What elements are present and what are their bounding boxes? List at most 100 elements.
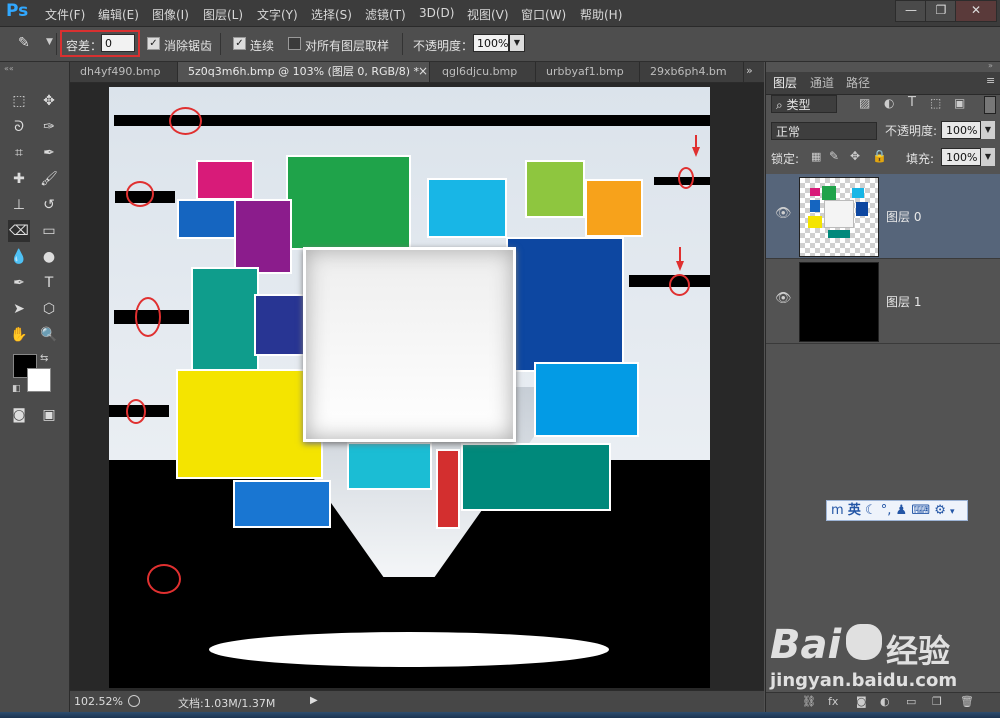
blend-mode-dropdown[interactable]: 正常 [771, 122, 877, 140]
zoom-tool-icon[interactable]: 🔍 [38, 324, 60, 346]
restore-button[interactable]: ❐ [925, 0, 957, 22]
ime-settings-icon[interactable]: ⚙ [934, 503, 946, 518]
tab-channels[interactable]: 通道 [810, 72, 834, 94]
layer-name-1[interactable]: 图层 1 [886, 293, 921, 310]
menu-window[interactable]: 窗口(W) [521, 6, 566, 23]
annotation-circle [126, 399, 146, 424]
menu-edit[interactable]: 编辑(E) [98, 6, 139, 23]
dark-blue-square [506, 237, 624, 372]
magic-eraser-tool-icon[interactable]: ✎ [18, 35, 38, 53]
filter-pixel-icon[interactable]: ▨ [859, 96, 870, 110]
lock-image-icon[interactable]: ✎ [829, 149, 839, 163]
screen-mode-icon[interactable]: ▣ [38, 404, 60, 426]
shape-tool-icon[interactable]: ⬡ [38, 298, 60, 320]
menu-help[interactable]: 帮助(H) [580, 6, 622, 23]
ime-punct-icon[interactable]: °, [881, 503, 892, 518]
tab-document-4[interactable]: urbbyaf1.bmp [536, 62, 640, 82]
opacity-dropdown-icon[interactable]: ▼ [981, 121, 995, 139]
tab-paths[interactable]: 路径 [846, 72, 870, 94]
tab-document-3[interactable]: qgl6djcu.bmp [432, 62, 536, 82]
blur-tool-icon[interactable]: 💧 [8, 246, 30, 268]
brush-tool-icon[interactable]: 🖌 [38, 168, 60, 190]
info-icon [128, 695, 140, 707]
fill-dropdown-icon[interactable]: ▼ [981, 148, 995, 166]
lock-transparency-icon[interactable]: ▦ [811, 150, 821, 163]
menu-filter[interactable]: 滤镜(T) [365, 6, 406, 23]
sample-all-layers-checkbox[interactable] [288, 37, 301, 50]
minimize-button[interactable]: — [895, 0, 927, 22]
menu-file[interactable]: 文件(F) [45, 6, 85, 23]
gradient-tool-icon[interactable]: ▭ [38, 220, 60, 242]
tab-document-5[interactable]: 29xb6ph4.bm [640, 62, 744, 82]
dark-teal-square [461, 443, 611, 511]
crop-tool-icon[interactable]: ⌗ [8, 142, 30, 164]
ime-user-icon[interactable]: ♟ [896, 503, 908, 518]
opacity-input[interactable]: 100% [473, 34, 509, 52]
ime-keyboard-icon[interactable]: ⌨ [911, 503, 930, 518]
hand-tool-icon[interactable]: ✋ [8, 324, 30, 346]
filter-shape-icon[interactable]: ⬚ [930, 96, 941, 110]
tolerance-input[interactable]: 0 [101, 34, 135, 52]
image-canvas[interactable] [109, 87, 710, 688]
eraser-tool-icon[interactable]: ⌫ [8, 220, 30, 242]
more-tabs-icon[interactable]: » [746, 64, 753, 77]
layer-row-1[interactable]: 👁 图层 1 [766, 259, 1000, 344]
menu-type[interactable]: 文字(Y) [257, 6, 298, 23]
menu-3d[interactable]: 3D(D) [419, 6, 454, 20]
quick-select-tool-icon[interactable]: ✑ [38, 116, 60, 138]
contiguous-checkbox[interactable]: ✓ [233, 37, 246, 50]
quick-mask-icon[interactable]: ◙ [8, 404, 30, 426]
close-tab-icon[interactable]: × [418, 64, 428, 78]
dodge-tool-icon[interactable]: ● [38, 246, 60, 268]
healing-brush-tool-icon[interactable]: ✚ [8, 168, 30, 190]
pen-tool-icon[interactable]: ✒ [8, 272, 30, 294]
history-brush-tool-icon[interactable]: ↺ [38, 194, 60, 216]
layer-name-0[interactable]: 图层 0 [886, 208, 921, 225]
photoshop-logo: Ps [6, 1, 29, 21]
collapse-panel-icon[interactable]: » [988, 61, 993, 70]
move-tool-icon[interactable]: ✥ [38, 90, 60, 112]
clone-stamp-tool-icon[interactable]: ⊥ [8, 194, 30, 216]
eye-icon[interactable]: 👁 [775, 292, 792, 305]
zoom-level[interactable]: 102.52% [74, 695, 123, 708]
marquee-tool-icon[interactable]: ⬚ [8, 90, 30, 112]
default-colors-icon[interactable]: ◧ [12, 384, 21, 394]
path-select-tool-icon[interactable]: ➤ [8, 298, 30, 320]
close-button[interactable]: ✕ [955, 0, 997, 22]
ime-dropdown-icon[interactable]: ▾ [950, 507, 955, 517]
tab-document-1[interactable]: dh4yf490.bmp [70, 62, 178, 82]
type-tool-icon[interactable]: T [38, 272, 60, 294]
filter-kind-dropdown[interactable]: ⌕ 类型 [771, 95, 837, 113]
antialias-checkbox[interactable]: ✓ [147, 37, 160, 50]
status-menu-arrow-icon[interactable]: ▶ [310, 695, 318, 706]
white-ellipse-shadow [209, 632, 609, 667]
annotation-circle [669, 274, 690, 296]
panel-menu-icon[interactable]: ≡ [986, 74, 995, 87]
ime-mode-label[interactable]: 英 [848, 503, 861, 518]
layer-opacity-input[interactable]: 100% [941, 121, 981, 139]
tab-layers[interactable]: 图层 [773, 72, 797, 94]
opacity-dropdown-icon[interactable]: ▼ [509, 34, 525, 52]
menu-image[interactable]: 图像(I) [152, 6, 189, 23]
ime-moon-icon[interactable]: ☾ [865, 503, 877, 518]
layer-row-0[interactable]: 👁 图层 0 [766, 174, 1000, 259]
menu-view[interactable]: 视图(V) [467, 6, 509, 23]
filter-type-icon[interactable]: T [908, 95, 916, 110]
tab-document-2-active[interactable]: 5z0q3m6h.bmp @ 103% (图层 0, RGB/8) * [178, 62, 430, 82]
filter-adjustment-icon[interactable]: ◐ [884, 96, 894, 110]
lock-all-icon[interactable]: 🔒 [872, 149, 887, 163]
menu-layer[interactable]: 图层(L) [203, 6, 243, 23]
lasso-tool-icon[interactable]: ᘐ [8, 116, 30, 138]
filter-smart-object-icon[interactable]: ▣ [954, 96, 965, 110]
ime-toolbar[interactable]: ⅿ 英 ☾ °, ♟ ⌨ ⚙ ▾ [826, 500, 968, 521]
filter-toggle[interactable] [984, 96, 996, 114]
eyedropper-tool-icon[interactable]: ✒ [38, 142, 60, 164]
collapse-icon[interactable]: «« [4, 64, 14, 73]
menu-select[interactable]: 选择(S) [311, 6, 352, 23]
eye-icon[interactable]: 👁 [775, 207, 792, 220]
swap-colors-icon[interactable]: ⇆ [40, 353, 48, 364]
background-color-swatch[interactable] [27, 368, 51, 392]
lock-position-icon[interactable]: ✥ [850, 149, 860, 163]
tool-preset-dropdown-icon[interactable]: ▼ [46, 37, 53, 47]
fill-input[interactable]: 100% [941, 148, 981, 166]
